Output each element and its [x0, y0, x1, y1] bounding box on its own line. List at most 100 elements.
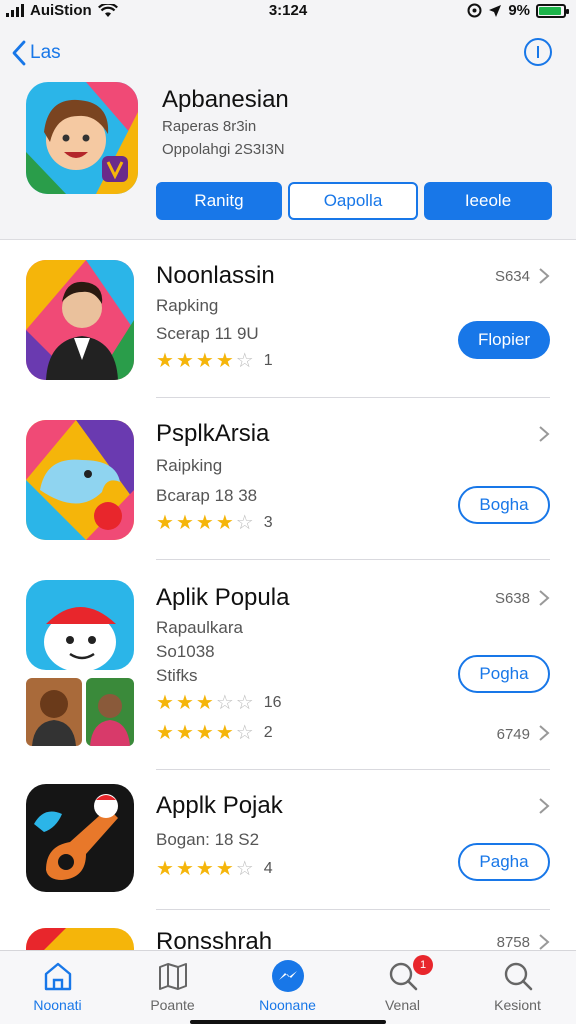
map-icon — [158, 963, 187, 990]
app-header: Las Apbanesian Raperas 8r3in Oppolahgi 2… — [0, 22, 576, 240]
star-filled-icon: ★ — [156, 350, 174, 372]
chevron-right-icon[interactable] — [538, 425, 550, 443]
app-detail: So1038 — [156, 642, 215, 661]
info-button[interactable] — [524, 38, 552, 66]
chevron-right-icon[interactable] — [538, 724, 550, 742]
app-name: Applk Pojak — [156, 792, 283, 819]
star-filled-icon: ★ — [175, 722, 194, 744]
star-empty-icon: ☆ — [215, 692, 234, 714]
tab-label: Poante — [150, 997, 195, 1013]
app-action-button[interactable]: Pagha — [458, 843, 550, 881]
list-item[interactable]: Applk Pojak Bogan: 18 S2 ★ ★ ★ ★ ☆ 4 Pagha — [0, 770, 576, 910]
battery-icon — [536, 3, 569, 18]
battery-level — [539, 6, 561, 15]
segment-ranking[interactable]: Ranitg — [156, 182, 282, 220]
app-category: Rapking — [156, 296, 219, 315]
app-icon[interactable] — [26, 260, 134, 380]
app-number: 6749 — [496, 726, 530, 743]
app-name: Ronsshrah — [156, 928, 273, 950]
star-empty-icon: ☆ — [235, 692, 254, 714]
app-category: Raipking — [156, 456, 223, 475]
star-filled-icon: ★ — [195, 350, 214, 372]
star-filled-icon: ★ — [156, 858, 174, 880]
star-empty-icon: ☆ — [235, 512, 254, 534]
search-icon — [504, 962, 532, 991]
star-filled-icon: ★ — [195, 512, 214, 534]
app-action-button[interactable]: Bogha — [458, 486, 550, 524]
rating-count: 16 — [263, 693, 282, 711]
rating-count: 1 — [263, 351, 273, 369]
tab-search-alt[interactable]: Kesiont — [460, 951, 575, 1024]
back-label: Las — [30, 42, 61, 63]
tab-messenger[interactable]: Noonane — [230, 951, 345, 1024]
star-empty-icon: ☆ — [235, 858, 254, 880]
segment-popular[interactable]: Oapolla — [288, 182, 418, 220]
back-button[interactable]: Las — [12, 40, 61, 66]
hero-subtitle: Raperas 8r3in — [162, 118, 257, 135]
list-item[interactable]: Noonlassin S634 Rapking Scerap 11 9U ★ ★ ★… — [0, 240, 576, 398]
star-empty-icon: ☆ — [235, 722, 254, 744]
star-filled-icon: ★ — [195, 722, 214, 744]
star-rating: ★ ★ ★ ★ ☆ 2 — [156, 720, 273, 745]
star-filled-icon: ★ — [215, 858, 234, 880]
segment-people[interactable]: Ieeole — [424, 182, 552, 220]
star-filled-icon: ★ — [215, 722, 234, 744]
star-filled-icon: ★ — [175, 692, 194, 714]
chevron-right-icon[interactable] — [538, 267, 550, 285]
chevron-right-icon[interactable] — [538, 933, 550, 950]
home-indicator — [190, 1020, 386, 1024]
app-icon[interactable] — [26, 784, 134, 892]
star-filled-icon: ★ — [156, 722, 174, 744]
star-filled-icon: ★ — [156, 692, 174, 714]
star-filled-icon: ★ — [175, 858, 194, 880]
star-filled-icon: ★ — [195, 692, 214, 714]
status-bar: AuiStion 3:124 9% — [0, 0, 576, 22]
app-icon[interactable] — [26, 420, 134, 540]
hero-subtitle-secondary: Oppolahgi 2S3I3N — [162, 141, 285, 158]
thumbnail-image[interactable] — [86, 678, 134, 746]
tab-home[interactable]: Noonati — [0, 951, 115, 1024]
chevron-right-icon[interactable] — [538, 797, 550, 815]
app-detail: Bogan: 18 S2 — [156, 830, 260, 849]
hero-title: Apbanesian — [162, 86, 289, 113]
app-number: 8758 — [496, 934, 530, 950]
battery-percent: 9% — [508, 2, 530, 19]
app-category: Rapaulkara — [156, 618, 243, 637]
star-filled-icon: ★ — [175, 350, 194, 372]
star-rating: ★ ★ ★ ★ ☆ 1 — [156, 348, 273, 373]
app-icon[interactable] — [26, 580, 134, 670]
rating-count: 3 — [263, 513, 273, 531]
tab-label: Noonati — [33, 997, 82, 1013]
star-filled-icon: ★ — [195, 858, 214, 880]
app-name: PsplkArsia — [156, 420, 270, 447]
list-item[interactable]: PsplkArsia Raipking Bcarap 18 38 ★ ★ ★ ★ ☆ 3 … — [0, 398, 576, 560]
info-icon — [537, 46, 539, 58]
star-rating: ★ ★ ★ ★ ☆ 3 — [156, 510, 273, 535]
star-filled-icon: ★ — [215, 512, 234, 534]
app-icon[interactable] — [26, 928, 134, 950]
tab-places[interactable]: Poante — [115, 951, 230, 1024]
app-action-button[interactable]: Pogha — [458, 655, 550, 693]
app-name: Aplik Popula — [156, 584, 290, 611]
app-detail: Stifks — [156, 666, 198, 685]
star-rating: ★ ★ ★ ☆ ☆ 16 — [156, 690, 281, 715]
app-detail: Scerap 11 9U — [156, 324, 259, 343]
hero-app-icon[interactable] — [26, 82, 138, 194]
tab-label: Venal — [384, 997, 421, 1013]
star-empty-icon: ☆ — [235, 350, 254, 372]
rating-count: 4 — [263, 859, 273, 877]
app-name: Noonlassin — [156, 262, 275, 289]
app-number: S638 — [494, 590, 530, 607]
chevron-left-icon — [12, 40, 26, 66]
tab-search[interactable]: 1 Venal — [345, 951, 460, 1024]
thumbnail-image[interactable] — [26, 678, 82, 746]
app-detail: Bcarap 18 38 — [156, 486, 258, 505]
star-filled-icon: ★ — [156, 512, 174, 534]
star-filled-icon: ★ — [215, 350, 234, 372]
list-item[interactable]: Ronsshrah 8758 — [0, 910, 576, 950]
list-item[interactable]: Aplik Popula S638 Rapaulkara So1038 Stif… — [0, 560, 576, 770]
chevron-right-icon[interactable] — [538, 589, 550, 607]
star-filled-icon: ★ — [175, 512, 194, 534]
app-action-button[interactable]: Flopier — [458, 321, 550, 359]
location-icon — [489, 4, 502, 17]
